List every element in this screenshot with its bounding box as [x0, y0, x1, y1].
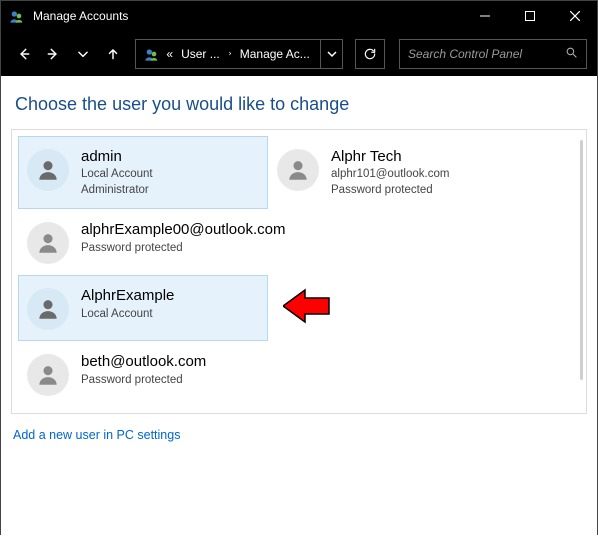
user-name: beth@outlook.com: [81, 352, 206, 372]
up-button[interactable]: [100, 41, 126, 67]
user-name: AlphrExample: [81, 286, 174, 306]
address-bar[interactable]: « User ... Manage Ac...: [135, 39, 320, 69]
user-sub2: Password protected: [331, 183, 449, 199]
page-heading: Choose the user you would like to change: [15, 94, 587, 115]
close-button[interactable]: [552, 1, 597, 31]
user-card-admin[interactable]: admin Local Account Administrator: [18, 136, 268, 209]
red-arrow-annotation: [283, 288, 331, 327]
refresh-button[interactable]: [355, 39, 385, 69]
recent-dropdown[interactable]: [70, 41, 96, 67]
user-sub1: Password protected: [81, 373, 206, 389]
user-card-alphrtech[interactable]: Alphr Tech alphr101@outlook.com Password…: [268, 136, 518, 209]
user-sub1: Local Account: [81, 307, 174, 323]
user-sub1: alphr101@outlook.com: [331, 167, 449, 183]
back-button[interactable]: [11, 41, 37, 67]
avatar-icon: [27, 149, 69, 191]
users-icon: [142, 46, 162, 62]
breadcrumb-item-user[interactable]: User ...: [177, 47, 224, 61]
nav-bar: « User ... Manage Ac...: [1, 31, 597, 76]
search-box[interactable]: [399, 39, 587, 69]
maximize-button[interactable]: [507, 1, 552, 31]
content-area: Choose the user you would like to change…: [1, 76, 597, 536]
minimize-button[interactable]: [462, 1, 507, 31]
user-sub1: Local Account: [81, 167, 153, 183]
users-list: admin Local Account Administrator Alphr …: [18, 136, 580, 407]
scrollbar[interactable]: [580, 140, 583, 380]
avatar-icon: [27, 354, 69, 396]
app-icon: [9, 8, 25, 24]
title-bar: Manage Accounts: [1, 1, 597, 31]
search-input[interactable]: [408, 47, 565, 61]
user-card-beth[interactable]: beth@outlook.com Password protected: [18, 341, 518, 407]
forward-button[interactable]: [41, 41, 67, 67]
address-dropdown[interactable]: [321, 39, 344, 69]
user-name: alphrExample00@outlook.com: [81, 220, 286, 240]
user-sub1: Password protected: [81, 241, 286, 257]
breadcrumb-back-chevrons[interactable]: «: [162, 47, 177, 61]
avatar-icon: [277, 149, 319, 191]
avatar-icon: [27, 222, 69, 264]
window-title: Manage Accounts: [33, 9, 128, 23]
breadcrumb-item-manage[interactable]: Manage Ac...: [236, 47, 314, 61]
add-user-link[interactable]: Add a new user in PC settings: [13, 428, 180, 442]
user-name: admin: [81, 147, 153, 167]
user-sub2: Administrator: [81, 183, 153, 199]
avatar-icon: [27, 288, 69, 330]
user-card-alphrexample00[interactable]: alphrExample00@outlook.com Password prot…: [18, 209, 518, 275]
user-card-alphrexample[interactable]: AlphrExample Local Account: [18, 275, 268, 341]
users-panel: admin Local Account Administrator Alphr …: [11, 129, 587, 414]
search-icon[interactable]: [565, 46, 578, 62]
user-name: Alphr Tech: [331, 147, 449, 167]
chevron-right-icon[interactable]: [224, 49, 236, 58]
